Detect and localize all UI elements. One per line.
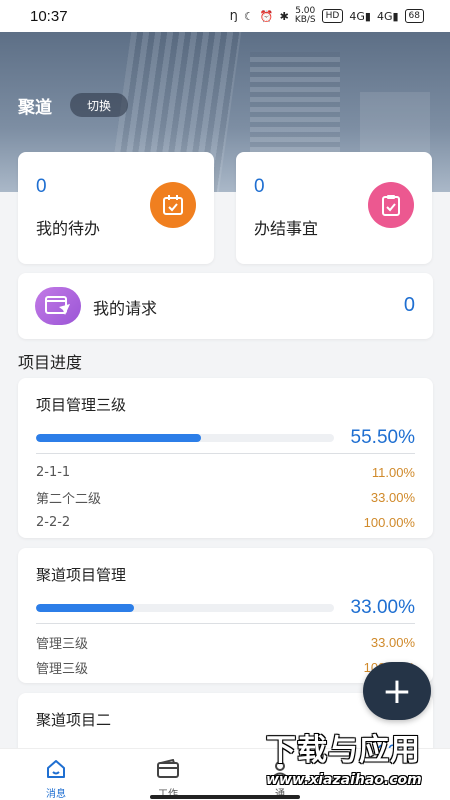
- project-percent: 55.50%: [350, 427, 415, 448]
- my-request-card[interactable]: 我的请求 0: [18, 273, 433, 339]
- window-send-icon: [35, 287, 81, 325]
- project-name: 聚道项目二: [36, 711, 112, 729]
- request-label: 我的请求: [93, 299, 158, 318]
- tab-work[interactable]: 工作: [112, 749, 224, 800]
- home-icon: [45, 759, 67, 782]
- project-name: 聚道项目管理: [36, 566, 127, 584]
- subtask-row[interactable]: 2-1-1 11.00%: [36, 460, 415, 485]
- subtask-list: 管理三级 33.00% 管理三级100.00%: [36, 630, 415, 680]
- divider: [36, 623, 415, 624]
- project-name: 项目管理三级: [36, 396, 127, 414]
- signal-icon-2: 4G▮: [376, 9, 399, 23]
- status-icons: Ŋ ☾ ⏰ ✱ 5.00 KB/S HD 4G▮ 4G▮ 68: [230, 7, 424, 25]
- signal-icon-1: 4G▮: [349, 9, 371, 23]
- watermark-url: www.xiazaihao.com: [266, 772, 422, 788]
- bluetooth-icon: ✱: [279, 9, 289, 23]
- switch-button[interactable]: 切换: [70, 93, 128, 117]
- calendar-check-icon: [150, 182, 196, 228]
- net-speed: 5.00 KB/S: [295, 7, 316, 25]
- signal-label-2: 4G: [376, 9, 393, 23]
- done-count: 0: [254, 176, 265, 197]
- progress-row: 33.00%: [36, 597, 415, 621]
- subtask-percent: 33.00%: [370, 490, 415, 505]
- subtask-row[interactable]: 管理三级 33.00%: [36, 630, 415, 655]
- progress-track: [36, 434, 334, 442]
- subtask-list: 2-1-1 11.00% 第二个二级 33.00% 2-2-2 100.00%: [36, 460, 415, 535]
- watermark: 下载与应用 www.xiazaihao.com: [266, 731, 450, 800]
- watermark-main: 下载与应用: [266, 733, 421, 768]
- project-card[interactable]: 项目管理三级 55.50% 2-1-1 11.00% 第二个二级 33.00% 2-…: [18, 378, 433, 538]
- brand-title: 聚道: [18, 98, 52, 118]
- net-speed-unit: KB/S: [294, 15, 316, 25]
- section-title: 项目进度: [18, 353, 83, 372]
- subtask-name: 第二个二级: [36, 492, 102, 507]
- clipboard-check-icon: [368, 182, 414, 228]
- subtask-name: 管理三级: [36, 637, 89, 652]
- subtask-row[interactable]: 管理三级100.00%: [36, 655, 415, 680]
- done-card[interactable]: 0 办结事宜: [236, 152, 432, 264]
- subtask-name: 2-2-2: [36, 515, 71, 530]
- project-card[interactable]: 聚道项目管理 33.00% 管理三级 33.00% 管理三级100.00%: [18, 548, 433, 683]
- nfc-icon: Ŋ: [229, 9, 239, 23]
- todo-label: 我的待办: [36, 219, 101, 238]
- todo-card[interactable]: 0 我的待办: [18, 152, 214, 264]
- done-label: 办结事宜: [254, 219, 319, 238]
- subtask-name: 2-1-1: [36, 465, 71, 480]
- tab-label: 消息: [46, 789, 66, 800]
- todo-count: 0: [36, 176, 47, 197]
- tab-messages[interactable]: 消息: [0, 749, 112, 800]
- subtask-percent: 11.00%: [371, 465, 415, 480]
- subtask-percent: 100.00%: [363, 515, 415, 530]
- status-bar: 10:37 Ŋ ☾ ⏰ ✱ 5.00 KB/S HD 4G▮ 4G▮ 68: [0, 0, 450, 32]
- home-indicator: [150, 795, 300, 799]
- subtask-row[interactable]: 2-2-2 100.00%: [36, 510, 415, 535]
- project-percent: 33.00%: [350, 597, 415, 618]
- battery-icon: 68: [404, 9, 424, 23]
- wallet-icon: [156, 758, 180, 782]
- request-count: 0: [403, 294, 415, 316]
- divider: [36, 453, 415, 454]
- add-fab-button[interactable]: +: [363, 662, 431, 720]
- subtask-name: 管理三级: [36, 662, 89, 677]
- subtask-row[interactable]: 第二个二级 33.00%: [36, 485, 415, 510]
- moon-icon: ☾: [244, 9, 254, 23]
- progress-fill: [36, 604, 135, 612]
- plus-icon: +: [381, 670, 413, 712]
- progress-track: [36, 604, 334, 612]
- signal-label-1: 4G: [349, 9, 365, 23]
- progress-fill: [36, 434, 202, 442]
- alarm-icon: ⏰: [259, 9, 274, 23]
- progress-row: 55.50%: [36, 427, 415, 451]
- status-time: 10:37: [30, 7, 68, 25]
- hd-icon: HD: [321, 9, 344, 23]
- subtask-percent: 33.00%: [370, 635, 415, 650]
